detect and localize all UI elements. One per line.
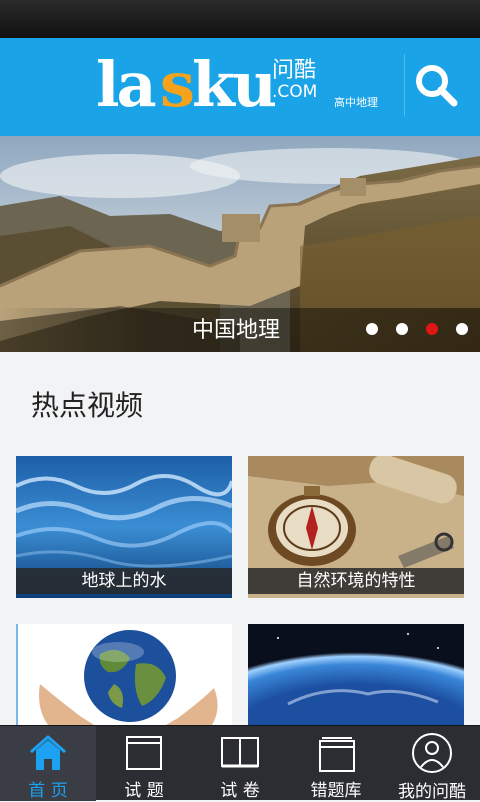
nav-questions[interactable]: 试 题 [96,726,192,801]
banner-title: 中国地理 [192,318,281,343]
carousel-dot[interactable] [456,323,468,335]
nav-label: 试 卷 [220,781,260,801]
nav-label: 我的问酷 [398,782,466,802]
logo-lasku-mark: la s ku [96,48,276,120]
exam-paper-icon [221,736,259,767]
subject-label: 高中地理 [334,96,378,109]
search-button[interactable] [404,54,466,116]
status-bar [0,0,480,38]
search-icon [415,65,457,107]
section-title-hot-videos: 热点视频 [31,389,144,422]
carousel-dot-active[interactable] [426,323,438,335]
video-card-water[interactable]: 地球上的水 [16,456,232,598]
profile-icon [412,733,452,773]
carousel-dot[interactable] [366,323,378,335]
nav-exam-papers[interactable]: 试 卷 [192,726,288,801]
svg-text:ku: ku [192,48,275,120]
video-card-nature[interactable]: 自然环境的特性 [248,456,464,598]
nav-label: 试 题 [124,781,164,801]
nav-my-profile[interactable]: 我的问酷 [384,726,480,802]
app-logo: la s ku [96,48,276,120]
banner-carousel[interactable]: 中国地理 [0,136,480,352]
bottom-navigation: 首 页 试 题 试 卷 错题库 我的问酷 [0,725,480,802]
earth-space-thumbnail [248,624,464,725]
video-card-label: 地球上的水 [16,568,232,594]
video-card-label: 自然环境的特性 [248,568,464,594]
app-header: la s ku 问酷 .COM 高中地理 [0,38,480,136]
carousel-dot[interactable] [396,323,408,335]
video-card-earth[interactable] [248,624,464,725]
logo-chinese-name: 问酷 [272,58,317,83]
nav-label: 首 页 [28,781,68,801]
wrong-questions-icon [319,736,355,772]
nav-home[interactable]: 首 页 [0,726,96,801]
nav-wrong-questions[interactable]: 错题库 [288,726,384,801]
svg-text:s: s [160,48,193,120]
nav-label: 错题库 [310,781,362,801]
home-icon [30,735,66,770]
questions-icon [126,735,162,770]
globe-hands-thumbnail [18,624,232,725]
carousel-indicators [366,323,480,335]
video-card-globe[interactable] [16,624,232,725]
svg-text:la: la [96,48,156,120]
